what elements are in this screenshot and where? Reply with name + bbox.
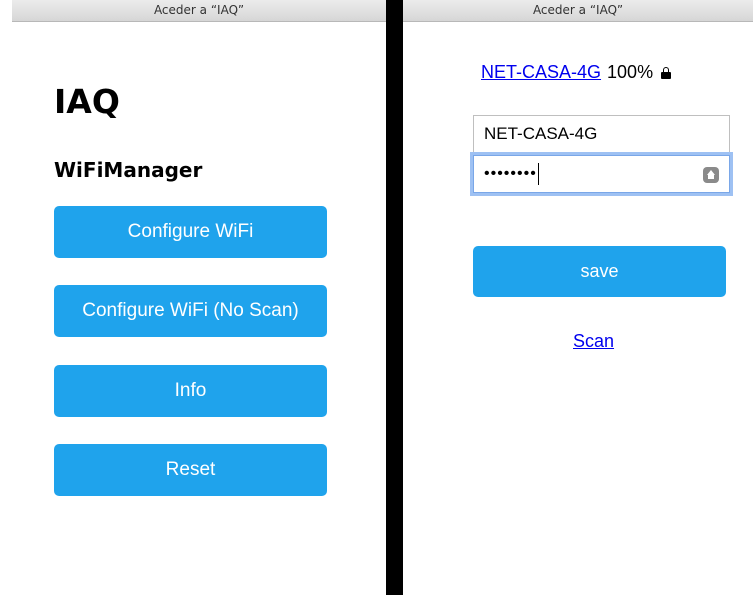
configure-wifi-no-scan-button[interactable]: Configure WiFi (No Scan) xyxy=(54,285,327,337)
window-titlebar: Aceder a “IAQ” xyxy=(403,0,753,22)
text-caret xyxy=(537,163,539,185)
ssid-input-value: NET-CASA-4G xyxy=(484,124,598,143)
password-masked-value: •••••••• xyxy=(484,165,537,182)
left-window: Aceder a “IAQ” IAQ WiFiManager Configure… xyxy=(0,0,386,595)
lock-icon xyxy=(661,66,672,79)
network-signal: 100% xyxy=(607,62,654,82)
scan-link[interactable]: Scan xyxy=(573,331,614,352)
right-window: Aceder a “IAQ” NET-CASA-4G 100% NET-CASA… xyxy=(403,0,753,595)
network-entry: NET-CASA-4G 100% xyxy=(481,62,672,83)
password-input[interactable]: •••••••• xyxy=(473,155,730,193)
network-ssid-link[interactable]: NET-CASA-4G xyxy=(481,62,601,83)
window-titlebar: Aceder a “IAQ” xyxy=(12,0,386,22)
configure-wifi-button[interactable]: Configure WiFi xyxy=(54,206,327,258)
reset-button[interactable]: Reset xyxy=(54,444,327,496)
ssid-input[interactable]: NET-CASA-4G xyxy=(473,115,730,153)
window-divider xyxy=(386,0,403,595)
app-subtitle: WiFiManager xyxy=(54,158,203,182)
app-title: IAQ xyxy=(54,82,120,121)
password-key-icon[interactable] xyxy=(703,167,719,183)
info-button[interactable]: Info xyxy=(54,365,327,417)
save-button[interactable]: save xyxy=(473,246,726,297)
